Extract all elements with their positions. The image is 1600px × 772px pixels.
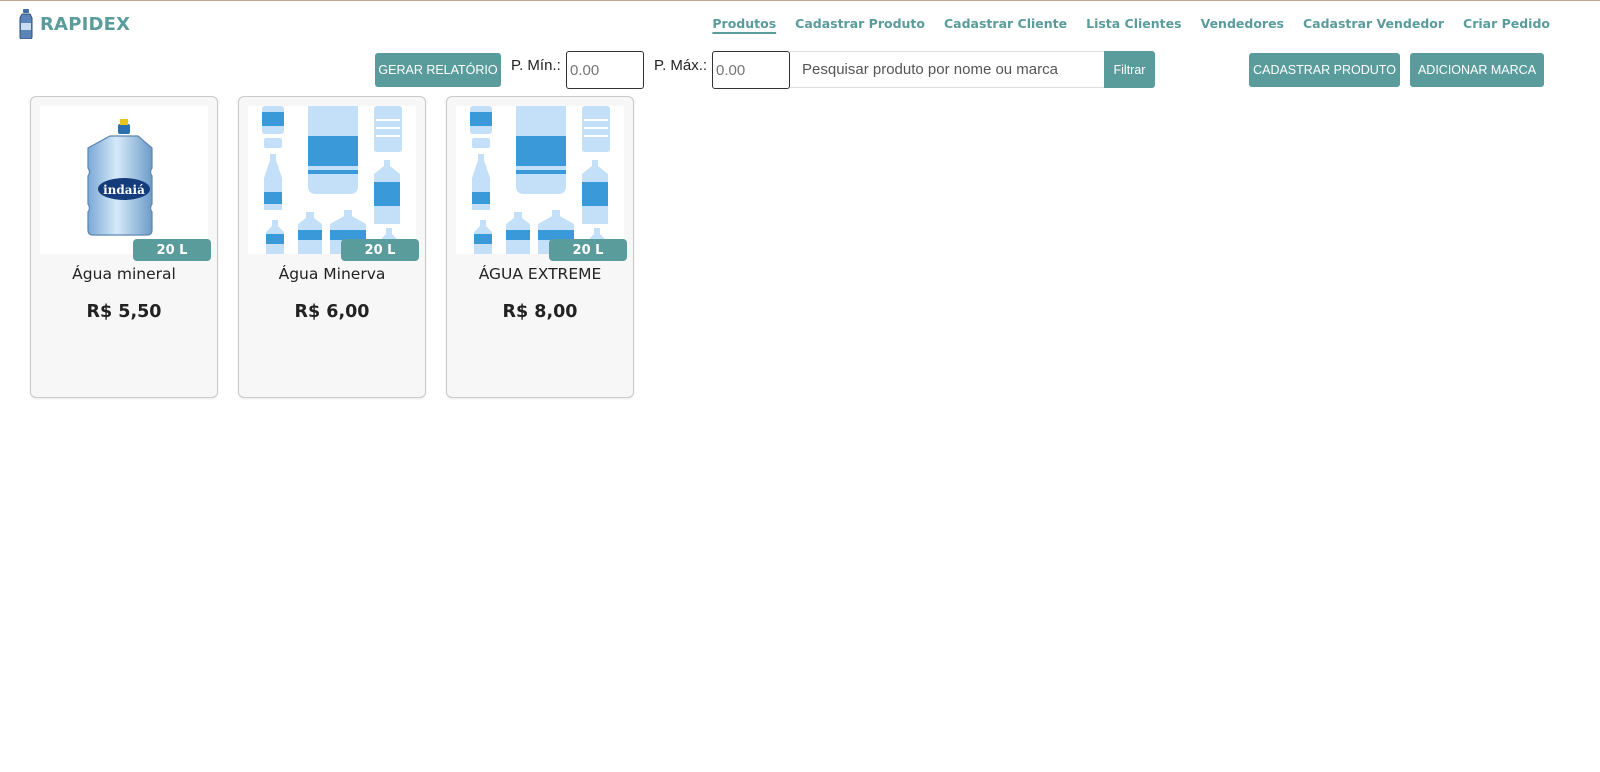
product-card[interactable]: 20 L ÁGUA EXTREME R$ 8,00	[446, 96, 634, 398]
add-brand-button[interactable]: ADICIONAR MARCA	[1410, 53, 1544, 87]
product-grid: indaiá 20 L Água mineral R$ 5,50 20 L Ág…	[30, 96, 634, 398]
product-name: Água Minerva	[278, 265, 386, 283]
product-image	[248, 106, 416, 254]
min-price-input[interactable]	[566, 51, 644, 89]
product-search-input[interactable]	[790, 51, 1105, 88]
nav-cadastrar-cliente[interactable]: Cadastrar Cliente	[944, 16, 1067, 31]
nav-produtos[interactable]: Produtos	[712, 16, 776, 31]
product-name: ÁGUA EXTREME	[478, 265, 602, 283]
nav-cadastrar-produto[interactable]: Cadastrar Produto	[795, 16, 925, 31]
product-price: R$ 5,50	[86, 302, 162, 322]
product-card[interactable]: 20 L Água Minerva R$ 6,00	[238, 96, 426, 398]
product-card[interactable]: indaiá 20 L Água mineral R$ 5,50	[30, 96, 218, 398]
max-price-input[interactable]	[712, 51, 790, 89]
water-jug-icon: indaiá	[87, 119, 153, 236]
main-nav: Produtos Cadastrar Produto Cadastrar Cli…	[693, 16, 1550, 31]
water-bottles-pattern-icon	[262, 106, 402, 254]
product-price: R$ 8,00	[502, 302, 578, 322]
generate-report-button[interactable]: GERAR RELATÓRIO	[375, 53, 501, 87]
volume-badge: 20 L	[133, 239, 211, 261]
min-price-label: P. Mín.:	[511, 57, 561, 74]
product-price: R$ 6,00	[294, 302, 370, 322]
top-navbar: RAPIDEX Produtos Cadastrar Produto Cadas…	[0, 1, 1600, 47]
nav-cadastrar-vendedor[interactable]: Cadastrar Vendedor	[1303, 16, 1444, 31]
brand[interactable]: RAPIDEX	[18, 9, 130, 39]
brand-title: RAPIDEX	[40, 13, 131, 35]
water-bottle-logo-icon	[19, 9, 33, 39]
nav-lista-clientes[interactable]: Lista Clientes	[1086, 16, 1181, 31]
indaia-logo-text: indaiá	[103, 183, 145, 197]
max-price-label: P. Máx.:	[654, 57, 708, 74]
nav-vendedores[interactable]: Vendedores	[1201, 16, 1284, 31]
product-image	[456, 106, 624, 254]
add-product-button[interactable]: CADASTRAR PRODUTO	[1249, 53, 1400, 87]
water-bottles-pattern-icon	[470, 106, 610, 254]
volume-badge: 20 L	[341, 239, 419, 261]
product-name: Água mineral	[72, 265, 176, 283]
product-image: indaiá	[40, 106, 208, 254]
nav-criar-pedido[interactable]: Criar Pedido	[1463, 16, 1550, 31]
filter-button[interactable]: Filtrar	[1104, 51, 1155, 88]
filter-toolbar: GERAR RELATÓRIO P. Mín.: P. Máx.: Filtra…	[0, 51, 1600, 91]
volume-badge: 20 L	[549, 239, 627, 261]
